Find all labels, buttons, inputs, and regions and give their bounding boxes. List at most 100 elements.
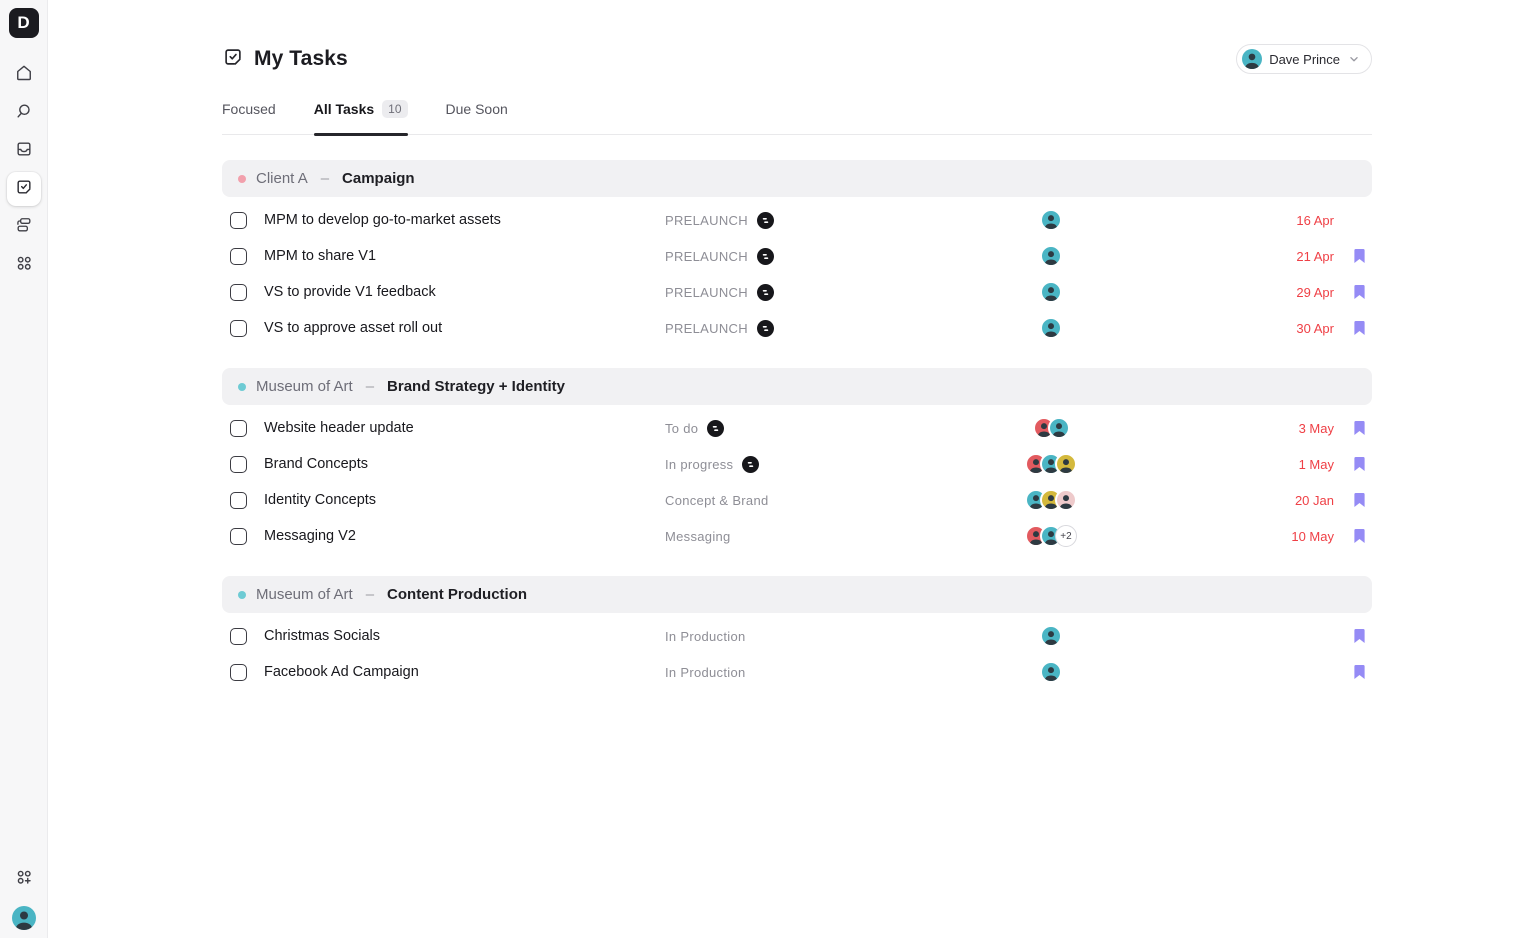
task-title[interactable]: Identity Concepts <box>264 492 376 508</box>
task-row[interactable]: VS to provide V1 feedback PRELAUNCH 29 A… <box>222 274 1372 310</box>
task-checkbox[interactable] <box>230 491 247 509</box>
sidebar-user-avatar[interactable] <box>12 906 36 930</box>
task-title[interactable]: VS to approve asset roll out <box>264 320 442 336</box>
workflow-status-icon[interactable] <box>742 455 760 473</box>
sidebar-item-apps[interactable] <box>7 248 41 282</box>
workflow-status-icon[interactable] <box>707 419 725 437</box>
task-row[interactable]: Christmas Socials In Production <box>222 618 1372 654</box>
task-group: Museum of Art – Brand Strategy + Identit… <box>222 368 1372 554</box>
workflow-status-icon[interactable] <box>756 319 774 337</box>
bookmark-wrap <box>1334 420 1372 436</box>
group-header[interactable]: Client A – Campaign <box>222 160 1372 197</box>
page-header: My Tasks Dave Prince <box>222 44 1372 74</box>
bookmark-icon[interactable] <box>1353 528 1366 544</box>
bookmark-icon[interactable] <box>1353 248 1366 264</box>
main-area: My Tasks Dave Prince Focused All Tasks 1… <box>48 0 1533 938</box>
bookmark-icon[interactable] <box>1353 628 1366 644</box>
task-status: PRELAUNCH <box>665 319 985 337</box>
tab-all-tasks[interactable]: All Tasks 10 <box>313 100 408 136</box>
task-checkbox[interactable] <box>230 527 247 545</box>
task-assignees[interactable] <box>985 281 1117 303</box>
bookmark-icon[interactable] <box>1353 492 1366 508</box>
app-logo[interactable]: D <box>8 8 39 38</box>
task-row[interactable]: MPM to share V1 PRELAUNCH 21 Apr <box>222 238 1372 274</box>
task-checkbox[interactable] <box>230 211 247 229</box>
task-title[interactable]: Facebook Ad Campaign <box>264 664 419 680</box>
task-row[interactable]: Identity Concepts Concept & Brand 20 Jan <box>222 482 1372 518</box>
task-title[interactable]: VS to provide V1 feedback <box>264 284 436 300</box>
task-left: MPM to share V1 <box>222 247 665 265</box>
workflow-status-icon[interactable] <box>756 283 774 301</box>
app-window: D My Tasks Dave Prince Focused All Tasks… <box>0 0 1533 938</box>
client-color-dot <box>238 382 246 391</box>
task-checkbox[interactable] <box>230 419 247 437</box>
task-status: In Production <box>665 628 985 645</box>
bookmark-icon[interactable] <box>1353 664 1366 680</box>
sidebar-item-invite[interactable] <box>9 864 39 894</box>
task-left: Facebook Ad Campaign <box>222 663 665 681</box>
task-checkbox[interactable] <box>230 283 247 301</box>
task-checkbox[interactable] <box>230 319 247 337</box>
task-title[interactable]: Messaging V2 <box>264 528 356 544</box>
task-status-label: To do <box>665 420 699 436</box>
bookmark-icon[interactable] <box>1353 284 1366 300</box>
group-project-name: Content Production <box>387 586 528 603</box>
sidebar-item-inbox[interactable] <box>7 134 41 168</box>
task-checkbox[interactable] <box>230 663 247 681</box>
task-assignees[interactable] <box>985 245 1117 267</box>
bookmark-icon[interactable] <box>1353 420 1366 436</box>
task-checkbox[interactable] <box>230 247 247 265</box>
task-row[interactable]: Facebook Ad Campaign In Production <box>222 654 1372 690</box>
page-title: My Tasks <box>254 47 348 70</box>
task-checkbox[interactable] <box>230 627 247 645</box>
task-row[interactable]: VS to approve asset roll out PRELAUNCH 3… <box>222 310 1372 346</box>
task-groups: Client A – Campaign MPM to develop go-to… <box>222 160 1372 690</box>
task-title[interactable]: Christmas Socials <box>264 628 380 644</box>
bookmark-icon[interactable] <box>1353 320 1366 336</box>
task-assignees[interactable] <box>985 317 1117 339</box>
task-left: VS to provide V1 feedback <box>222 283 665 301</box>
task-assignees[interactable] <box>985 453 1117 475</box>
group-rows: MPM to develop go-to-market assets PRELA… <box>222 202 1372 346</box>
task-assignees[interactable] <box>985 417 1117 439</box>
assignee-avatar <box>1040 281 1062 303</box>
task-group: Client A – Campaign MPM to develop go-to… <box>222 160 1372 346</box>
sidebar-item-workflows[interactable] <box>7 210 41 244</box>
sidebar-item-home[interactable] <box>7 58 41 92</box>
task-row[interactable]: Brand Concepts In progress 1 May <box>222 446 1372 482</box>
tab-due-soon[interactable]: Due Soon <box>446 101 508 133</box>
task-title[interactable]: Website header update <box>264 420 414 436</box>
task-status-label: Messaging <box>665 528 731 544</box>
tabs-bar: Focused All Tasks 10 Due Soon <box>222 100 1372 136</box>
tab-focused[interactable]: Focused <box>222 101 276 133</box>
task-title[interactable]: Brand Concepts <box>264 456 368 472</box>
workflow-status-icon[interactable] <box>756 247 774 265</box>
inbox-icon <box>14 139 34 164</box>
task-assignees[interactable] <box>985 489 1117 511</box>
assignee-avatar <box>1047 417 1070 439</box>
workflow-icon <box>14 215 34 240</box>
task-row[interactable]: Website header update To do 3 May <box>222 410 1372 446</box>
bookmark-icon[interactable] <box>1353 456 1366 472</box>
task-row[interactable]: MPM to develop go-to-market assets PRELA… <box>222 202 1372 238</box>
user-filter-pill[interactable]: Dave Prince <box>1236 44 1372 74</box>
task-title[interactable]: MPM to develop go-to-market assets <box>264 212 501 228</box>
task-checkbox[interactable] <box>230 455 247 473</box>
group-header[interactable]: Museum of Art – Brand Strategy + Identit… <box>222 368 1372 405</box>
sidebar-item-my-tasks[interactable] <box>6 172 41 206</box>
task-status-label: PRELAUNCH <box>665 320 748 336</box>
sidebar-item-search[interactable] <box>7 96 41 130</box>
task-assignees[interactable] <box>985 661 1117 683</box>
bookmark-wrap <box>1334 248 1372 264</box>
task-assignees[interactable] <box>985 625 1117 647</box>
workflow-status-icon[interactable] <box>756 211 774 229</box>
task-assignees[interactable]: +2 <box>985 525 1117 547</box>
task-assignees[interactable] <box>985 209 1117 231</box>
task-left: MPM to develop go-to-market assets <box>222 211 665 229</box>
task-row[interactable]: Messaging V2 Messaging +2 10 May <box>222 518 1372 554</box>
tab-focused-label: Focused <box>222 101 276 117</box>
assignee-avatar <box>1040 625 1062 647</box>
task-title[interactable]: MPM to share V1 <box>264 248 376 264</box>
group-header[interactable]: Museum of Art – Content Production <box>222 576 1372 613</box>
task-due-date: 20 Jan <box>1294 492 1334 508</box>
